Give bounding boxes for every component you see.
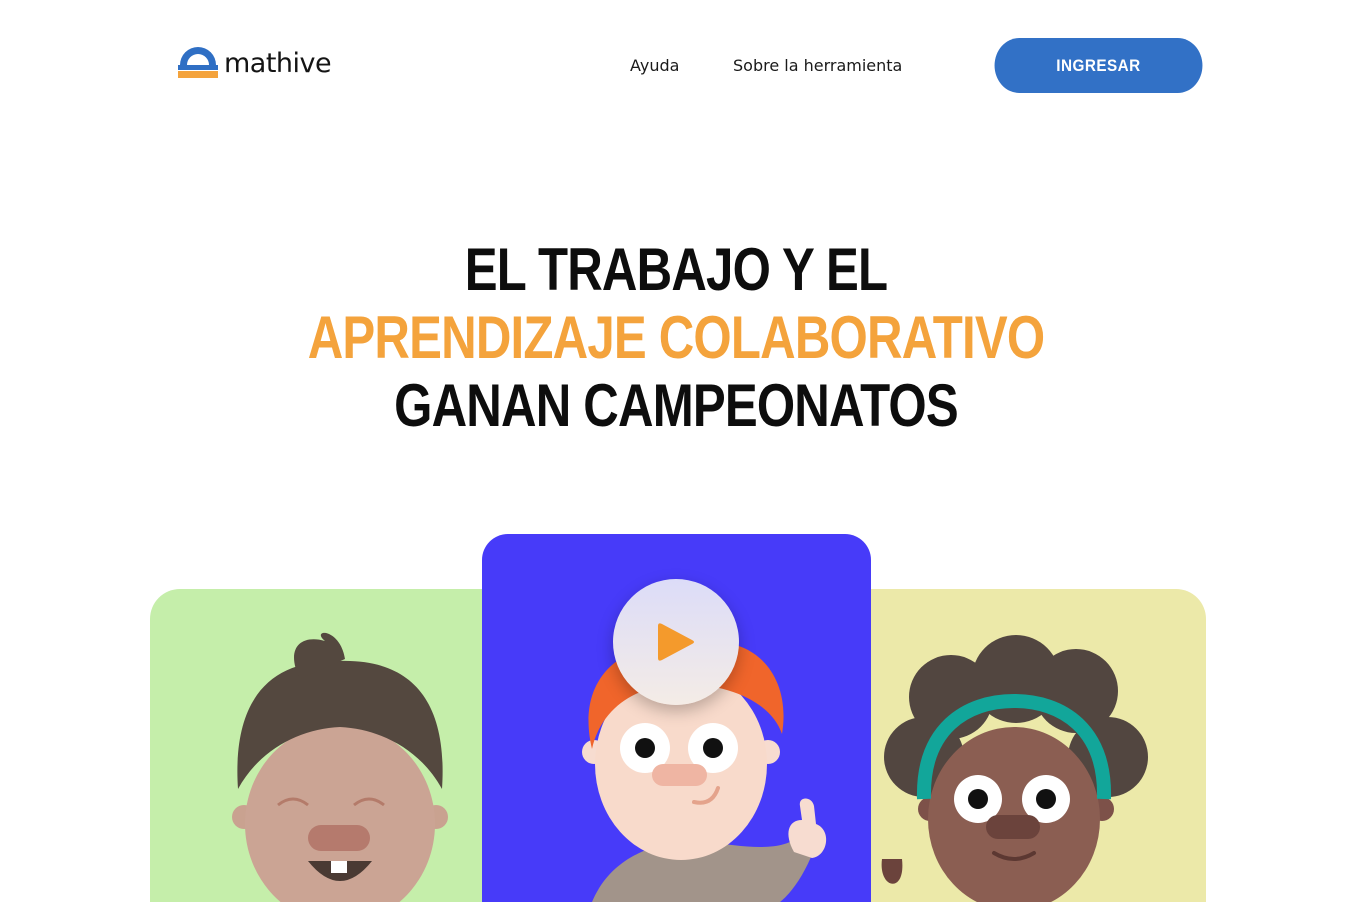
brand-name: mathive	[224, 47, 332, 79]
character-card-right	[846, 589, 1206, 902]
nav-link-help[interactable]: Ayuda	[630, 56, 679, 75]
brand-logo[interactable]: mathive	[178, 42, 332, 82]
hero-title: EL TRABAJO Y EL APRENDIZAJE COLABORATIVO…	[307, 236, 1045, 440]
hero-title-part2: GANAN CAMPEONATOS	[394, 372, 959, 439]
boy-illustration	[232, 632, 448, 902]
hero-title-part1: EL TRABAJO Y EL	[464, 236, 888, 303]
hero-title-accent: APRENDIZAJE COLABORATIVO	[307, 304, 1045, 371]
login-button[interactable]: INGRESAR	[994, 38, 1203, 93]
girl-illustration	[881, 635, 1148, 902]
play-video-button[interactable]	[613, 579, 739, 705]
nav-link-about[interactable]: Sobre la herramienta	[733, 56, 902, 75]
play-icon	[654, 620, 698, 664]
character-card-left	[150, 589, 510, 902]
protractor-logo-icon	[178, 45, 218, 79]
